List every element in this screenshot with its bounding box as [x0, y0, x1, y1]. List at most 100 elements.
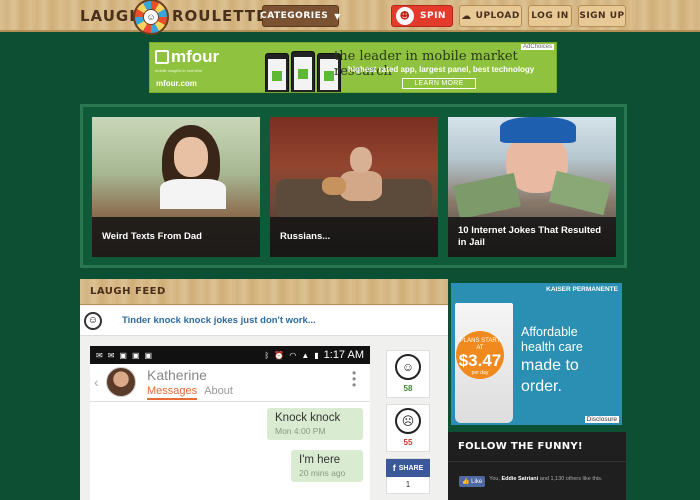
- ad-url: mfour.com: [156, 79, 197, 88]
- chat-bubble: I'm here 20 mins ago: [291, 450, 363, 482]
- blue-cap-image: [500, 117, 576, 143]
- categories-dropdown-button[interactable]: CATEGORIES ▼: [260, 5, 341, 27]
- fb-you: You,: [489, 476, 500, 482]
- chat-bubble: Knock knock Mon 4:00 PM: [267, 408, 363, 440]
- face-image: [350, 147, 372, 173]
- alarm-icon: ⏰: [274, 350, 285, 360]
- follow-panel: FOLLOW THE FUNNY! 👍 Like You, Eddie Satr…: [448, 432, 626, 500]
- side-banner-ad[interactable]: KAISER PERMANENTE PLANS START AT $3.47 p…: [451, 283, 622, 425]
- unamused-face-icon: ☹: [395, 408, 421, 434]
- categories-label: CATEGORIES: [260, 11, 329, 21]
- ad-line: Affordable: [521, 325, 578, 339]
- signal-icon: ▲: [301, 350, 310, 360]
- laughing-face-icon: ☺: [143, 9, 159, 25]
- spin-label: SPIN: [420, 11, 446, 21]
- image-icon: ▣: [119, 350, 127, 360]
- cash-image: [548, 170, 612, 216]
- roulette-wheel-logo-icon[interactable]: ☺: [133, 0, 169, 35]
- laugh-feed: LAUGH FEED ☺ Tinder knock knock jokes ju…: [80, 279, 448, 500]
- more-vertical-icon: • • •: [352, 366, 357, 392]
- downvote-button[interactable]: ☹ 55: [386, 404, 430, 452]
- ad-line: order.: [521, 378, 562, 395]
- tab-messages: Messages: [147, 385, 198, 400]
- fb-friend-name[interactable]: Eddie Satriani: [502, 476, 539, 482]
- phone-image: [265, 53, 289, 92]
- dog-image: [322, 177, 346, 195]
- plans-text: PLANS START AT: [459, 338, 501, 351]
- disclosure-link[interactable]: Disclosure: [584, 416, 619, 423]
- post-image-screenshot[interactable]: ✉ ✉ ▣ ▣ ▣ ᛒ ⏰ ◠ ▲ ▮ 1:17 AM ‹ Katherine …: [90, 346, 370, 500]
- upload-button[interactable]: ☁ UPLOAD: [459, 5, 522, 27]
- message-text: Knock knock: [275, 412, 341, 424]
- chat-header: ‹ Katherine Messages About • • •: [90, 364, 370, 402]
- share-widget: f SHARE 1: [386, 458, 430, 494]
- ad-line: health care: [521, 340, 583, 354]
- mail-icon: ✉: [107, 350, 115, 360]
- per-day-text: per day: [471, 370, 489, 376]
- price-badge: PLANS START AT $3.47 per day: [456, 331, 504, 379]
- site-header: LAUGH ☺ ROULETTE CATEGORIES ▼ ☻ SPIN ☁ U…: [0, 0, 700, 35]
- face-image: [174, 137, 208, 177]
- logo-text-right[interactable]: ROULETTE: [172, 7, 267, 25]
- like-label: Like: [471, 479, 483, 485]
- chevron-down-icon: ▼: [334, 11, 341, 21]
- featured-caption: Weird Texts From Dad: [92, 217, 260, 257]
- wifi-icon: ◠: [289, 350, 297, 360]
- shirt-image: [160, 179, 226, 209]
- ad-brand: mfour mobile insights in real time: [155, 47, 235, 74]
- feed-title: LAUGH FEED: [80, 279, 448, 305]
- facebook-share-button[interactable]: f SHARE: [386, 459, 430, 477]
- cash-image: [453, 172, 521, 220]
- fb-rest: and 1,130 others like this.: [539, 476, 603, 482]
- upvote-button[interactable]: ☺ 58: [386, 350, 430, 398]
- ad-line: made to: [521, 357, 579, 374]
- cloud-upload-icon: ☁: [461, 10, 472, 22]
- featured-card[interactable]: 10 Internet Jokes That Resulted in Jail: [448, 117, 616, 257]
- upvote-count: 58: [403, 384, 413, 393]
- contact-name: Katherine: [147, 367, 207, 383]
- spin-wheel-icon: ☻: [396, 7, 414, 25]
- ad-subline: highest rated app, largest panel, best t…: [348, 65, 535, 74]
- bluetooth-icon: ᛒ: [264, 350, 270, 360]
- top-banner-ad[interactable]: mfour mobile insights in real time mfour…: [149, 42, 557, 93]
- upload-label: UPLOAD: [475, 11, 520, 21]
- ad-copy: Affordable health care made to order.: [521, 325, 583, 397]
- ad-brand-tagline: mobile insights in real time: [155, 68, 203, 73]
- laughing-face-icon: ☺: [395, 354, 421, 380]
- post-title-row[interactable]: ☺ Tinder knock knock jokes just don't wo…: [80, 306, 448, 336]
- facebook-like-button[interactable]: 👍 Like: [459, 476, 486, 487]
- featured-caption: Russians...: [270, 217, 438, 257]
- battery-icon: ▮: [314, 350, 319, 360]
- chevron-left-icon: ‹: [94, 374, 99, 390]
- phone-clock: 1:17 AM: [323, 349, 364, 361]
- facebook-icon: f: [392, 463, 396, 473]
- downvote-count: 55: [403, 438, 413, 447]
- ad-headline: the leader in mobile market research: [334, 49, 518, 79]
- follow-title: FOLLOW THE FUNNY!: [448, 432, 626, 462]
- price-text: $3.47: [458, 351, 502, 370]
- message-time: 20 mins ago: [299, 468, 346, 478]
- signup-button[interactable]: SIGN UP: [578, 5, 626, 27]
- image-icon: ▣: [144, 350, 153, 360]
- ad-learn-more-button[interactable]: LEARN MORE: [402, 78, 476, 89]
- laughing-face-icon: ☺: [84, 311, 102, 330]
- featured-card[interactable]: Russians...: [270, 117, 438, 257]
- man-image: [340, 171, 382, 201]
- featured-card[interactable]: Weird Texts From Dad: [92, 117, 260, 257]
- tab-about: About: [204, 385, 233, 397]
- image-icon: ▣: [131, 350, 140, 360]
- phone-image: [291, 51, 315, 92]
- share-label: SHARE: [398, 464, 424, 472]
- phone-status-bar: ✉ ✉ ▣ ▣ ▣ ᛒ ⏰ ◠ ▲ ▮ 1:17 AM: [90, 346, 370, 364]
- message-time: Mon 4:00 PM: [275, 426, 326, 436]
- featured-caption: 10 Internet Jokes That Resulted in Jail: [448, 217, 616, 257]
- spin-button[interactable]: ☻ SPIN: [391, 5, 453, 27]
- thumbs-up-icon: 👍: [462, 479, 470, 485]
- post-title-link[interactable]: Tinder knock knock jokes just don't work…: [122, 315, 316, 326]
- featured-posts: Weird Texts From Dad Russians... 10 Inte…: [80, 104, 627, 268]
- ad-brand-name: mfour: [171, 47, 220, 66]
- login-button[interactable]: LOG IN: [528, 5, 572, 27]
- adchoices-badge[interactable]: AdChoices: [520, 44, 554, 50]
- kaiser-brand: KAISER PERMANENTE: [546, 286, 618, 293]
- avatar: [106, 367, 136, 397]
